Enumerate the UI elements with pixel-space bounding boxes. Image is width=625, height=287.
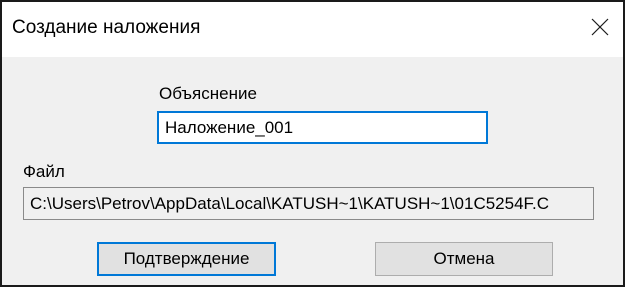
title-bar: Создание наложения bbox=[2, 2, 623, 57]
confirm-button[interactable]: Подтверждение bbox=[97, 242, 276, 276]
explanation-label: Объяснение bbox=[159, 84, 257, 103]
close-button[interactable] bbox=[577, 2, 623, 57]
file-path-field: C:\Users\Petrov\AppData\Local\KATUSH~1\K… bbox=[23, 187, 594, 220]
file-label: Файл bbox=[23, 162, 65, 181]
close-icon bbox=[591, 18, 609, 41]
create-overlay-dialog: Создание наложения Объяснение Файл C:\Us… bbox=[0, 0, 625, 287]
dialog-title: Создание наложения bbox=[12, 17, 201, 38]
cancel-button[interactable]: Отмена bbox=[375, 242, 553, 276]
explanation-input[interactable] bbox=[157, 111, 488, 144]
